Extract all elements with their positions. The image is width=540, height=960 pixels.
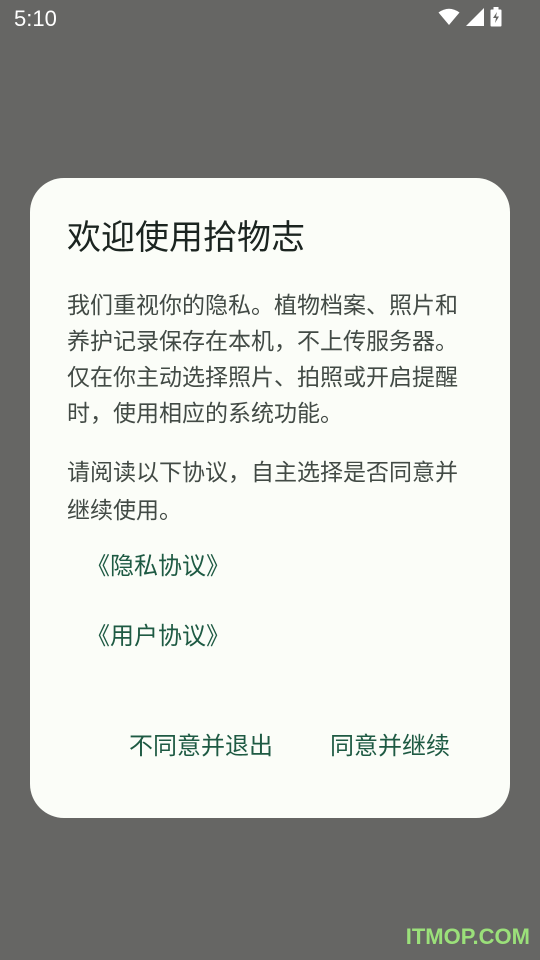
dialog-hint-text: 请阅读以下协议，自主选择是否同意并继续使用。 xyxy=(67,460,458,524)
privacy-policy-link[interactable]: 《隐私协议》 xyxy=(86,548,230,584)
status-time: 5:10 xyxy=(14,6,57,31)
dialog-body-text: 我们重视你的隐私。植物档案、照片和养护记录保存在本机，不上传服务器。仅在你主动选… xyxy=(67,293,458,427)
cellular-signal-icon xyxy=(466,8,484,30)
status-icons xyxy=(438,7,502,31)
accept-and-continue-button[interactable]: 同意并继续 xyxy=(326,726,454,766)
wifi-icon xyxy=(438,8,460,30)
decline-and-exit-button[interactable]: 不同意并退出 xyxy=(125,726,277,766)
privacy-consent-dialog: 欢迎使用拾物志 我们重视你的隐私。植物档案、照片和养护记录保存在本机，不上传服务… xyxy=(30,178,510,818)
battery-charging-icon xyxy=(490,7,502,31)
site-watermark: ITMOP.COM xyxy=(405,924,530,949)
dialog-title: 欢迎使用拾物志 xyxy=(67,218,305,258)
user-agreement-link[interactable]: 《用户协议》 xyxy=(86,618,230,654)
status-bar: 5:10 xyxy=(0,0,540,38)
